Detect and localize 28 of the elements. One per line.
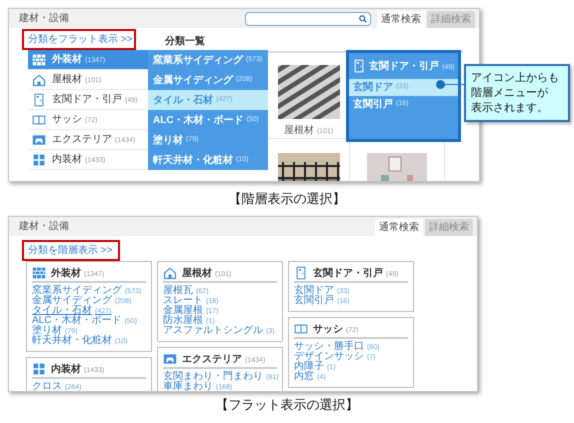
grid-icon bbox=[32, 362, 46, 376]
brick-wall-icon bbox=[32, 266, 46, 280]
search-tab[interactable]: 通常検索 bbox=[377, 11, 425, 28]
door-icon bbox=[32, 92, 46, 106]
window-icon bbox=[294, 322, 308, 336]
search-tab[interactable]: 通常検索 bbox=[375, 219, 423, 236]
toggle-link[interactable]: 分類をフラット表示 >> bbox=[28, 32, 132, 47]
callout-text: アイコン上からも bbox=[471, 71, 560, 85]
door-icon bbox=[352, 59, 366, 73]
house-icon bbox=[163, 266, 177, 280]
breadcrumb: 建材・設備 bbox=[18, 12, 69, 26]
search-tab[interactable]: 詳細検索 bbox=[427, 11, 475, 28]
caption: 【階層表示の選択】 bbox=[228, 190, 346, 208]
car-icon bbox=[163, 352, 177, 366]
window-icon bbox=[32, 112, 46, 126]
brick-wall-icon bbox=[32, 52, 46, 66]
door-icon bbox=[294, 266, 308, 280]
breadcrumb: 建材・設備 bbox=[18, 220, 69, 234]
grid-icon bbox=[32, 152, 46, 166]
search-tab[interactable]: 詳細検索 bbox=[425, 219, 473, 236]
car-icon bbox=[32, 132, 46, 146]
search-field[interactable] bbox=[245, 12, 371, 26]
search-icon[interactable] bbox=[359, 14, 367, 22]
callout-text: 表示されます。 bbox=[471, 101, 549, 115]
caption: 【フラット表示の選択】 bbox=[216, 396, 358, 414]
toggle-link[interactable]: 分類を階層表示 >> bbox=[28, 243, 112, 258]
callout-text: 階層メニューが bbox=[471, 86, 549, 100]
house-icon bbox=[32, 72, 46, 86]
